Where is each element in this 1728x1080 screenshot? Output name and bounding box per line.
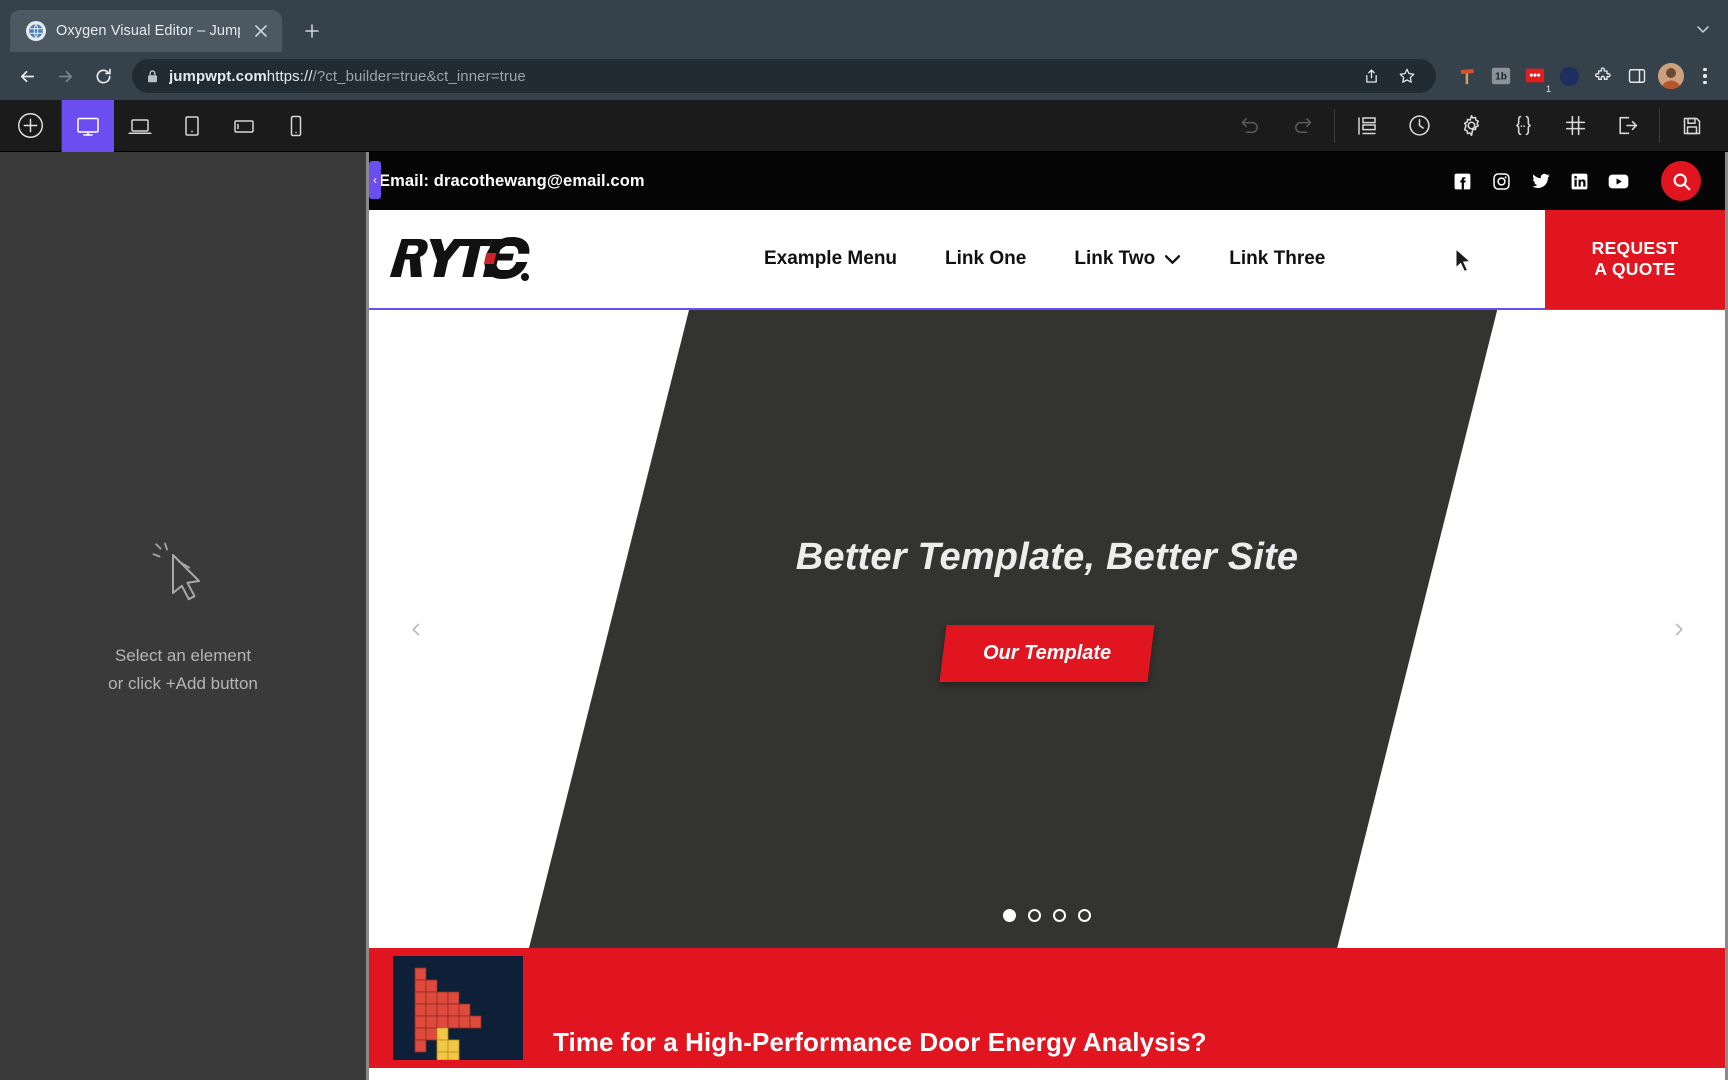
our-template-label: Our Template	[982, 642, 1112, 664]
rytec-logo[interactable]	[379, 233, 534, 285]
oxygen-sidebar: Select an element or click +Add button	[0, 152, 366, 1080]
side-panel-icon[interactable]	[1624, 63, 1650, 89]
reload-icon[interactable]	[86, 59, 120, 93]
click-cursor-icon	[145, 535, 221, 616]
browser-window: Oxygen Visual Editor – JumpW jumpwpt.com…	[0, 0, 1728, 1080]
redo-icon	[1276, 100, 1328, 152]
extensions-area: 1b 1	[1448, 63, 1718, 94]
floppy-save-icon[interactable]	[1666, 100, 1718, 152]
search-icon[interactable]	[1661, 161, 1701, 201]
instagram-icon[interactable]	[1491, 171, 1512, 192]
oxygen-actions	[1224, 100, 1728, 152]
close-icon[interactable]	[250, 20, 272, 42]
device-desktop[interactable]	[62, 99, 114, 152]
device-tablet-portrait[interactable]	[166, 100, 218, 152]
site-nav: Example Menu Link One Link Two Link Thre…	[764, 248, 1325, 270]
hero-pagination-dots	[369, 909, 1725, 922]
forward-arrow-icon	[48, 59, 82, 93]
oxygen-toolbar	[0, 99, 1728, 152]
workspace: Select an element or click +Add button ‹…	[0, 152, 1728, 1080]
clock-history-icon[interactable]	[1393, 100, 1445, 152]
linkedin-icon[interactable]	[1569, 171, 1590, 192]
youtube-icon[interactable]	[1608, 171, 1629, 192]
undo-icon	[1224, 100, 1276, 152]
twitter-icon[interactable]	[1530, 171, 1551, 192]
site-preview: ‹ Email: dracothewang@email.com Example …	[369, 152, 1725, 1080]
hero-dot-1[interactable]	[1003, 909, 1016, 922]
structure-panel-icon[interactable]	[1341, 100, 1393, 152]
omnibox-bar: jumpwpt.comhttps:///?ct_builder=true&ct_…	[0, 52, 1728, 100]
quote-line-2: A QUOTE	[1594, 259, 1676, 279]
request-a-quote-button[interactable]: REQUEST A QUOTE	[1545, 209, 1725, 309]
extension-badge-count: 1	[1545, 84, 1551, 94]
tab-title: Oxygen Visual Editor – JumpW	[56, 23, 240, 39]
tab-strip: Oxygen Visual Editor – JumpW	[0, 0, 1728, 52]
sidebar-hint-line-1: Select an element	[114, 645, 252, 665]
red-dots-extension-icon[interactable]: 1	[1522, 63, 1551, 94]
hash-grid-icon[interactable]	[1549, 100, 1601, 152]
new-tab-button[interactable]	[294, 13, 330, 49]
url-text: jumpwpt.comhttps:///?ct_builder=true&ct_…	[169, 68, 526, 85]
gear-icon[interactable]	[1445, 100, 1497, 152]
canvas-frame: ‹ Email: dracothewang@email.com Example …	[366, 152, 1728, 1080]
promo-title: Time for a High-Performance Door Energy …	[553, 1027, 1207, 1057]
nav-item-link-two[interactable]: Link Two	[1074, 248, 1181, 270]
device-laptop[interactable]	[114, 100, 166, 152]
device-tablet-landscape[interactable]	[218, 100, 270, 152]
chevron-right-icon[interactable]	[1659, 610, 1697, 648]
avatar[interactable]	[1658, 63, 1684, 89]
topbar-email: Email: dracothewang@email.com	[379, 171, 645, 190]
back-arrow-icon[interactable]	[10, 59, 44, 93]
three-dot-menu-icon[interactable]	[1692, 63, 1718, 89]
hero-dot-3[interactable]	[1053, 909, 1066, 922]
nav-label: Link Two	[1074, 248, 1156, 269]
toolbar-divider-2	[1659, 108, 1660, 143]
nav-item-example-menu[interactable]: Example Menu	[764, 248, 897, 270]
nav-label: Link One	[945, 248, 1027, 269]
moon-extension-icon[interactable]	[1556, 63, 1582, 89]
our-template-button[interactable]: Our Template	[939, 625, 1155, 682]
toolbar-divider	[1334, 108, 1335, 143]
hammer-extension-icon[interactable]	[1454, 63, 1480, 89]
curly-braces-icon[interactable]	[1497, 100, 1549, 152]
exit-arrow-icon[interactable]	[1601, 100, 1653, 152]
hero-dot-4[interactable]	[1078, 909, 1091, 922]
url-prefix: https://	[266, 67, 313, 85]
lock-icon	[146, 69, 159, 84]
puzzle-extensions-icon[interactable]	[1590, 63, 1616, 89]
facebook-icon[interactable]	[1452, 171, 1473, 192]
nav-label: Example Menu	[764, 248, 898, 269]
sidebar-hint-line-2: or click +Add button	[108, 673, 258, 693]
chevron-down-icon	[1164, 254, 1181, 265]
add-element-button[interactable]	[0, 99, 62, 152]
site-topbar: ‹ Email: dracothewang@email.com	[369, 152, 1725, 210]
nav-label: Link Three	[1229, 248, 1326, 269]
nav-item-link-one[interactable]: Link One	[945, 248, 1026, 270]
chevron-left-icon[interactable]	[397, 610, 435, 648]
quote-line-1: REQUEST	[1591, 238, 1679, 258]
url-path: /?ct_builder=true&ct_inner=true	[312, 67, 526, 85]
chevron-down-icon[interactable]	[1686, 12, 1720, 46]
promo-band[interactable]: Time for a High-Performance Door Energy …	[369, 948, 1725, 1068]
globe-icon	[26, 21, 46, 41]
address-bar[interactable]: jumpwpt.comhttps:///?ct_builder=true&ct_…	[132, 59, 1436, 93]
url-origin: jumpwpt.com	[169, 67, 267, 85]
share-icon[interactable]	[1356, 61, 1386, 91]
svg-text:1b: 1b	[1495, 72, 1507, 83]
hero-dot-2[interactable]	[1028, 909, 1041, 922]
device-switcher	[62, 99, 322, 152]
hero-slider: Better Template, Better Site Our Templat…	[369, 310, 1725, 948]
oxygen-section-handle[interactable]: ‹	[369, 161, 381, 199]
site-header: Example Menu Link One Link Two Link Thre…	[369, 209, 1725, 310]
tb-extension-icon[interactable]: 1b	[1488, 63, 1514, 89]
hero-title: Better Template, Better Site	[795, 536, 1299, 578]
energy-analysis-thumbnail	[393, 956, 523, 1060]
device-phone[interactable]	[270, 100, 322, 152]
browser-tab[interactable]: Oxygen Visual Editor – JumpW	[10, 10, 282, 52]
bookmark-star-icon[interactable]	[1392, 61, 1422, 91]
nav-item-link-three[interactable]: Link Three	[1229, 248, 1325, 270]
